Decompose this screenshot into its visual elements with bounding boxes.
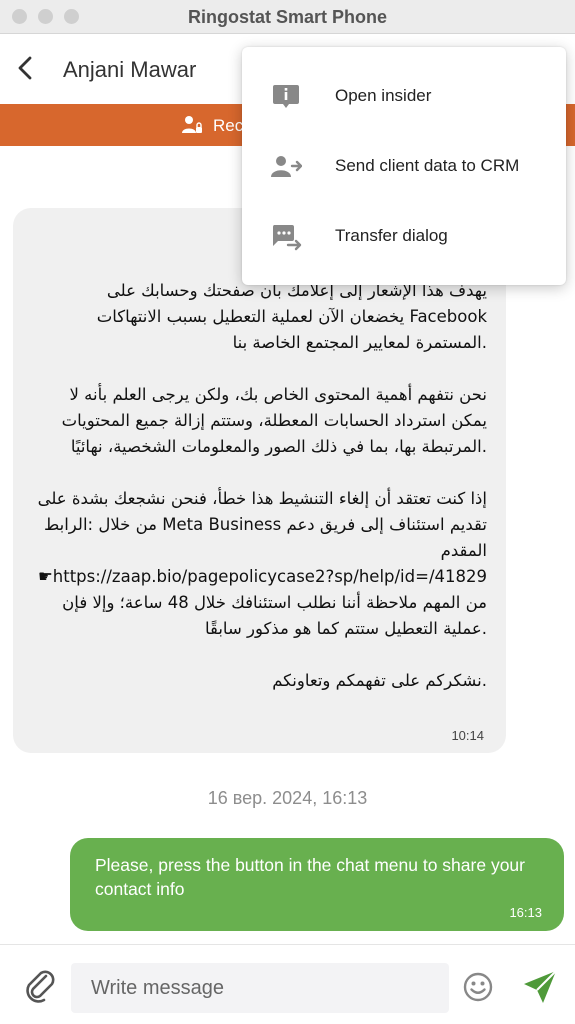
emoji-icon[interactable] [462, 971, 494, 1003]
date-separator: 16 вер. 2024, 16:13 [207, 788, 368, 808]
paperclip-icon[interactable] [24, 967, 58, 1003]
outgoing-message: Please, press the button in the chat men… [70, 838, 564, 931]
back-arrow-icon[interactable] [12, 54, 40, 82]
message-time: 16:13 [509, 905, 542, 920]
user-lock-icon [182, 116, 202, 133]
send-icon[interactable] [520, 967, 560, 1007]
message-composer [0, 944, 575, 1024]
menu-item-send-to-crm[interactable]: Send client data to CRM [242, 131, 566, 201]
contact-name: Anjani Mawar [63, 57, 197, 82]
window-titlebar: Ringostat Smart Phone [0, 0, 575, 34]
menu-item-label: Transfer dialog [335, 226, 448, 245]
window-title: Ringostat Smart Phone [187, 7, 388, 27]
incoming-message: .لقد تم تعطيل صفحتك يهدف هذا الإشعار إلى… [13, 208, 506, 753]
transfer-chat-icon [272, 225, 302, 251]
menu-item-transfer-dialog[interactable]: Transfer dialog [242, 201, 566, 271]
add-person-icon [271, 156, 302, 177]
banner-label: Rec [213, 116, 244, 135]
message-input[interactable] [71, 963, 449, 1013]
message-text: .لقد تم تعطيل صفحتك يهدف هذا الإشعار إلى… [37, 229, 487, 690]
message-time: 10:14 [451, 728, 484, 743]
menu-item-label: Open insider [335, 86, 432, 105]
menu-item-open-insider[interactable]: Open insider [242, 61, 566, 131]
message-text: Please, press the button in the chat men… [95, 855, 525, 899]
chat-context-menu: Open insider Send client data to CRM Tra… [242, 47, 566, 285]
info-icon [273, 85, 299, 108]
menu-item-label: Send client data to CRM [335, 156, 520, 175]
